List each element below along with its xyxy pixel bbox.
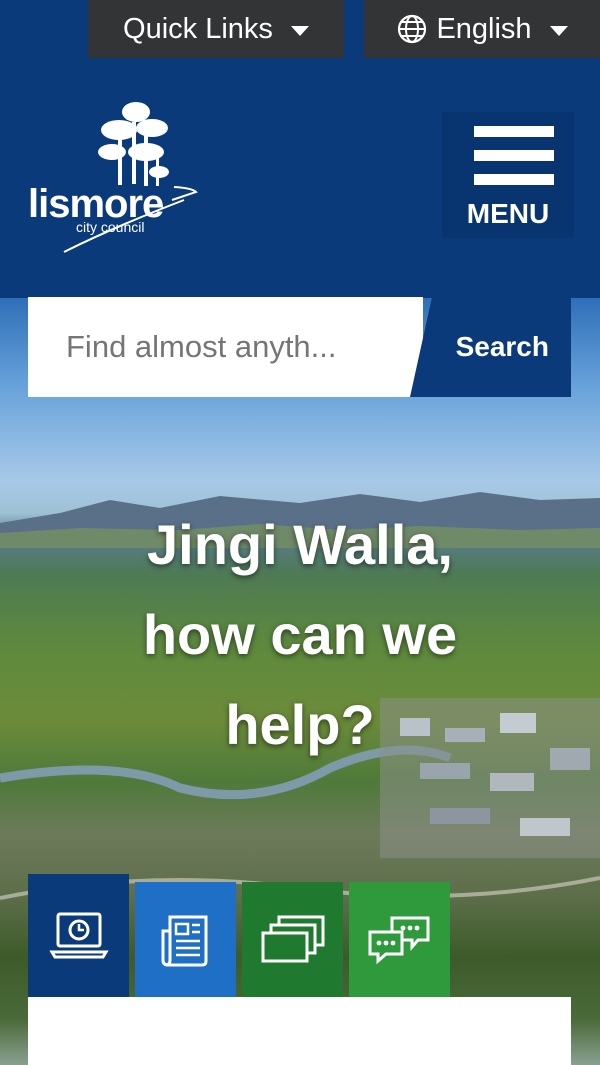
search-input[interactable] xyxy=(28,297,423,397)
language-label: English xyxy=(436,12,532,45)
headline-line: help? xyxy=(225,693,375,756)
headline-line: how can we xyxy=(142,603,458,666)
search-button-label: Search xyxy=(455,331,549,362)
search-button[interactable]: Search xyxy=(410,297,571,397)
site-search: Search xyxy=(28,297,571,397)
tile-documents[interactable] xyxy=(242,882,343,997)
chat-bubbles-icon xyxy=(368,916,429,964)
quick-links-label: Quick Links xyxy=(123,12,273,45)
hero-headline: Jingi Walla, how can we help? xyxy=(60,500,540,770)
logo-subtitle: city council xyxy=(76,219,145,235)
laptop-clock-icon xyxy=(48,912,109,958)
chevron-down-icon xyxy=(549,26,568,36)
menu-button[interactable]: MENU xyxy=(442,112,574,238)
tile-content-panel xyxy=(28,997,571,1065)
tree-logo-icon xyxy=(63,102,198,253)
quick-links-dropdown[interactable]: Quick Links xyxy=(88,0,344,58)
stacked-windows-icon xyxy=(261,915,324,962)
tile-contact[interactable] xyxy=(349,882,450,997)
tile-news[interactable] xyxy=(135,882,236,997)
newspaper-icon xyxy=(161,915,207,966)
tile-online-services[interactable] xyxy=(28,874,129,997)
headline-line: Jingi Walla, xyxy=(147,513,453,576)
chevron-down-icon xyxy=(290,26,309,36)
globe-icon xyxy=(396,13,428,45)
language-selector[interactable]: English xyxy=(364,0,600,58)
menu-label: MENU xyxy=(466,198,550,229)
utility-bar: Quick Links English xyxy=(0,0,600,58)
